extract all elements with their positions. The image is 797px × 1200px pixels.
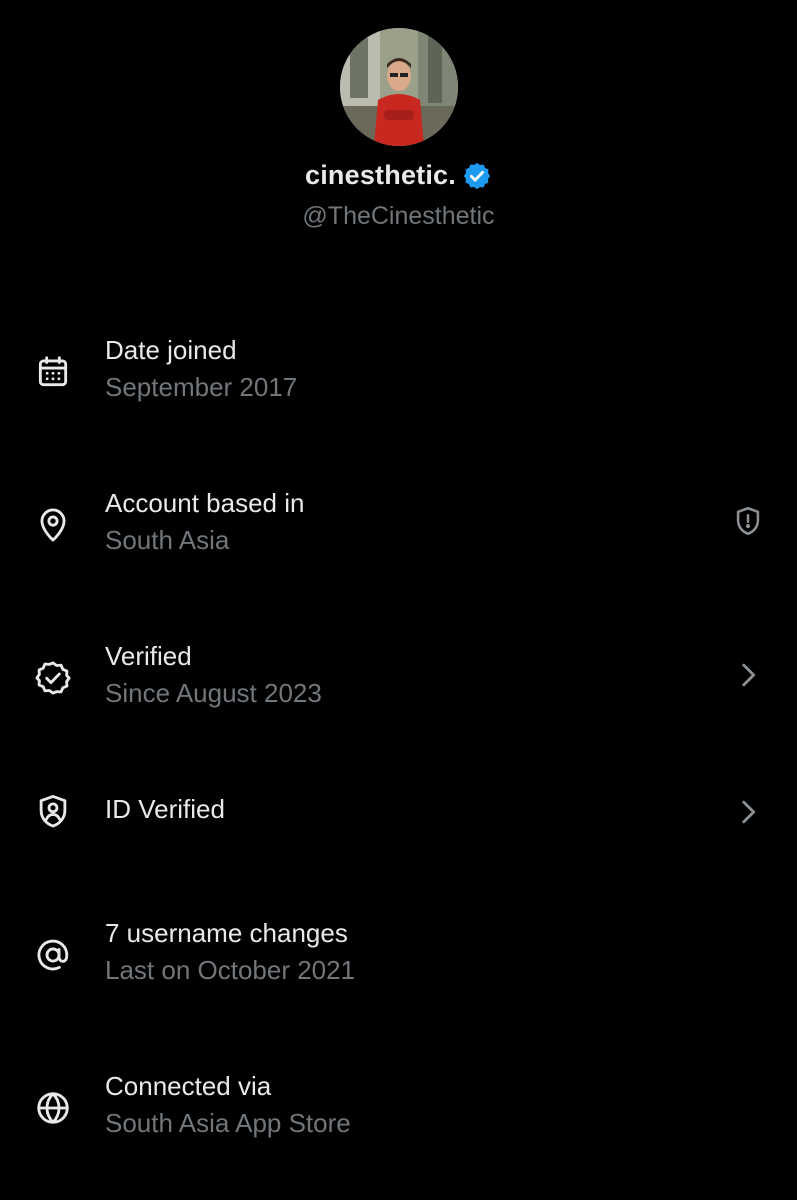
shield-alert-icon[interactable] — [731, 504, 765, 538]
verified-row[interactable]: Verified Since August 2023 — [0, 626, 797, 736]
id-verified-row[interactable]: ID Verified — [0, 759, 797, 869]
row-title: Account based in — [105, 488, 305, 518]
avatar-image — [340, 28, 458, 146]
row-subtitle: September 2017 — [105, 372, 298, 402]
row-title: Date joined — [105, 335, 237, 365]
username-changes-row: 7 username changes Last on October 2021 — [0, 903, 797, 1013]
row-subtitle: Last on October 2021 — [105, 955, 356, 985]
row-title: Connected via — [105, 1071, 272, 1101]
profile-header: cinesthetic. @TheCinesthetic — [0, 0, 797, 260]
verified-badge-icon[interactable] — [462, 161, 492, 191]
name-row: cinesthetic. — [0, 160, 797, 191]
row-subtitle: South Asia App Store — [105, 1108, 351, 1138]
handle: @TheCinesthetic — [302, 202, 495, 230]
display-name: cinesthetic. — [305, 160, 456, 190]
calendar-icon — [34, 353, 72, 391]
verified-badge-outline-icon — [34, 659, 72, 697]
connected-via-row: Connected via South Asia App Store — [0, 1056, 797, 1166]
row-title: 7 username changes — [105, 918, 348, 948]
row-title: ID Verified — [105, 794, 225, 824]
row-title: Verified — [105, 641, 192, 671]
avatar[interactable] — [340, 28, 458, 146]
row-subtitle: Since August 2023 — [105, 678, 322, 708]
row-subtitle: South Asia — [105, 525, 230, 555]
globe-icon — [34, 1089, 72, 1127]
chevron-right-icon[interactable] — [731, 658, 765, 692]
at-sign-icon — [34, 936, 72, 974]
date-joined-row: Date joined September 2017 — [0, 320, 797, 430]
location-pin-icon — [34, 506, 72, 544]
account-based-in-row: Account based in South Asia — [0, 473, 797, 583]
chevron-right-icon[interactable] — [731, 795, 765, 829]
id-shield-icon — [34, 792, 72, 830]
